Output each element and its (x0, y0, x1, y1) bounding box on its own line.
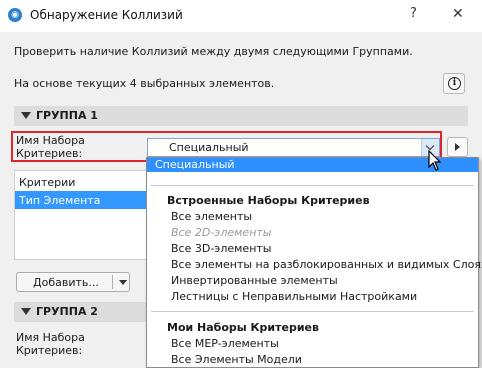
criteria-set-options-button[interactable] (447, 137, 468, 157)
menu-separator (151, 311, 474, 312)
help-button[interactable]: ? (410, 6, 417, 21)
menu-item-all-2d: Все 2D-элементы (171, 226, 272, 239)
menu-item-all-model-elements[interactable]: Все Элементы Модели (171, 353, 302, 366)
add-criteria-button[interactable]: Добавить... (16, 272, 130, 292)
collapse-triangle-icon (21, 308, 31, 315)
intro-text: Проверить наличие Коллизий между двумя с… (14, 45, 413, 58)
collision-detection-dialog: ◉ Обнаружение Коллизий ? ✕ Проверить нал… (0, 0, 482, 368)
info-icon: i (448, 77, 461, 90)
criteria-set-select[interactable]: Специальный (147, 138, 440, 157)
info-button[interactable]: i (443, 73, 465, 94)
add-button-label: Добавить... (33, 276, 99, 289)
window-title: Обнаружение Коллизий (30, 8, 183, 22)
builtin-sets-header: Встроенные Наборы Критериев (167, 194, 370, 207)
button-separator (112, 275, 113, 289)
criteria-set-dropdown-menu: Специальный Встроенные Наборы Критериев … (146, 157, 482, 368)
title-bar: ◉ Обнаружение Коллизий ? ✕ (0, 0, 482, 32)
group2-criteria-set-label-line2: Критериев: (16, 344, 83, 357)
chevron-down-icon (425, 141, 435, 151)
my-sets-header: Мои Наборы Критериев (167, 321, 319, 334)
close-button[interactable]: ✕ (452, 6, 464, 22)
menu-item-inverted[interactable]: Инвертированные элементы (171, 274, 338, 287)
menu-item-stairs-wrong-settings[interactable]: Лестницы с Неправильными Настройками (171, 290, 417, 303)
app-icon: ◉ (8, 8, 22, 22)
group2-criteria-set-label-line1: Имя Набора (16, 331, 85, 344)
selection-summary-text: На основе текущих 4 выбранных элементов. (14, 77, 275, 90)
group2-title: ГРУППА 2 (36, 305, 98, 318)
group1-header[interactable]: ГРУППА 1 (14, 106, 468, 126)
group1-title: ГРУППА 1 (36, 109, 98, 122)
menu-item-label: Специальный (155, 158, 235, 171)
criteria-set-label-line2: Критериев: (16, 147, 83, 160)
dropdown-triangle-icon[interactable] (119, 280, 127, 285)
menu-separator (151, 185, 474, 186)
criteria-set-label-line1: Имя Набора (16, 134, 85, 147)
menu-item-all-elements[interactable]: Все элементы (171, 210, 252, 223)
list-item-label: Тип Элемента (19, 194, 101, 207)
menu-item-all-mep[interactable]: Все MEP-элементы (171, 337, 279, 350)
play-arrow-icon (455, 143, 460, 151)
mouse-pointer-icon (428, 150, 442, 171)
collapse-triangle-icon (21, 112, 31, 119)
menu-item-all-3d[interactable]: Все 3D-элементы (171, 242, 271, 255)
criteria-list[interactable]: Критерии Тип Элемента (14, 170, 147, 260)
criteria-list-header: Критерии (19, 176, 76, 189)
menu-item-unlocked-visible-layers[interactable]: Все элементы на разблокированных и видим… (171, 258, 482, 271)
criteria-set-value: Специальный (169, 141, 249, 154)
list-item[interactable]: Тип Элемента (15, 191, 146, 209)
